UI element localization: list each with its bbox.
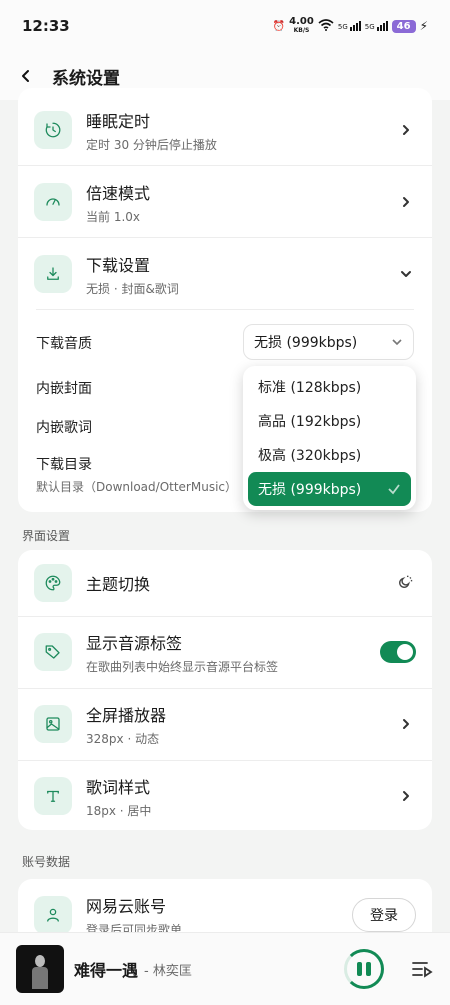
download-settings-subtitle: 无损 · 封面&歌词 [86,281,179,296]
speed-mode-row[interactable]: 倍速模式 当前 1.0x [18,166,432,238]
speed-mode-subtitle: 当前 1.0x [86,209,141,224]
pause-button[interactable] [344,949,384,989]
section-label-ui: 界面设置 [22,529,71,543]
playlist-queue-icon[interactable] [410,957,434,981]
sleep-timer-row[interactable]: 睡眠定时 定时 30 分钟后停止播放 [18,94,432,166]
battery-indicator: 46 [391,19,416,33]
wifi-icon [318,18,334,34]
speed-mode-title: 倍速模式 [86,183,151,203]
timer-icon [34,111,72,149]
lyrics-style-subtitle: 18px · 居中 [86,803,152,818]
source-tag-subtitle: 在歌曲列表中始终显示音源平台标签 [86,659,279,674]
pause-icon [357,962,371,976]
status-time: 12:33 [22,17,70,35]
ui-settings-card: 主题切换 显示音源标签 在歌曲列表中始终显示音源平台标签 全屏播放器 328px… [18,550,432,830]
source-tag-title: 显示音源标签 [86,633,183,653]
theme-mode-icon[interactable] [396,573,416,593]
quality-option[interactable]: 高品 (192kbps) [248,404,411,438]
quality-label: 下载音质 [36,336,92,352]
sim1-signal-icon: 5G [338,21,361,31]
source-tag-toggle[interactable] [380,641,416,663]
image-icon [34,705,72,743]
chevron-right-icon [396,786,416,806]
embed-cover-label: 内嵌封面 [36,381,92,397]
status-icons: ⏰ 4.00 KB/S 5G 5G 46 ⚡ [273,17,428,35]
download-settings-title: 下载设置 [86,255,151,275]
album-cover[interactable] [16,945,64,993]
sleep-timer-subtitle: 定时 30 分钟后停止播放 [86,137,217,152]
quality-select-value: 无损 (999kbps) [254,335,358,351]
chevron-right-icon [396,120,416,140]
lyrics-style-title: 歌词样式 [86,777,151,797]
quality-option[interactable]: 极高 (320kbps) [248,438,411,472]
net-speed: 4.00 KB/S [289,16,314,35]
chevron-down-icon [396,264,416,284]
alarm-icon: ⏰ [272,20,286,32]
section-label-account: 账号数据 [22,855,71,869]
palette-icon [34,564,72,602]
quality-option[interactable]: 标准 (128kbps) [248,370,411,404]
theme-switch-row[interactable]: 主题切换 [18,550,432,616]
text-t-icon [34,777,72,815]
fullscreen-player-subtitle: 328px · 动态 [86,731,160,746]
fullscreen-player-title: 全屏播放器 [86,705,167,725]
download-dir-label: 下载目录 [36,457,92,473]
speedometer-icon [34,183,72,221]
mini-player[interactable]: 难得一遇 - 林奕匡 [0,932,450,1005]
divider [36,309,414,310]
lyrics-style-row[interactable]: 歌词样式 18px · 居中 [18,760,432,832]
page-title: 系统设置 [52,68,120,89]
download-icon [34,255,72,293]
song-title: 难得一遇 [74,961,139,980]
chevron-down-icon [391,336,403,348]
quality-dropdown-menu: 标准 (128kbps) 高品 (192kbps) 极高 (320kbps) 无… [243,366,416,510]
quality-select[interactable]: 无损 (999kbps) [243,324,414,360]
user-icon [34,896,72,934]
charging-icon: ⚡ [419,19,428,33]
netease-account-title: 网易云账号 [86,896,167,916]
download-settings-row[interactable]: 下载设置 无损 · 封面&歌词 [18,238,432,310]
login-button[interactable]: 登录 [352,898,416,932]
embed-lyrics-label: 内嵌歌词 [36,420,92,436]
chevron-right-icon [396,714,416,734]
theme-switch-title: 主题切换 [86,575,151,594]
quality-option-selected[interactable]: 无损 (999kbps) [248,472,411,506]
sim2-signal-icon: 5G [365,21,388,31]
song-artist: - 林奕匡 [144,963,192,979]
chevron-right-icon [396,192,416,212]
status-bar: 12:33 ⏰ 4.00 KB/S 5G 5G 46 ⚡ [0,0,450,52]
sleep-timer-title: 睡眠定时 [86,111,151,131]
tag-icon [34,633,72,671]
check-icon [387,482,401,496]
fullscreen-player-row[interactable]: 全屏播放器 328px · 动态 [18,688,432,760]
source-tag-row[interactable]: 显示音源标签 在歌曲列表中始终显示音源平台标签 [18,616,432,688]
